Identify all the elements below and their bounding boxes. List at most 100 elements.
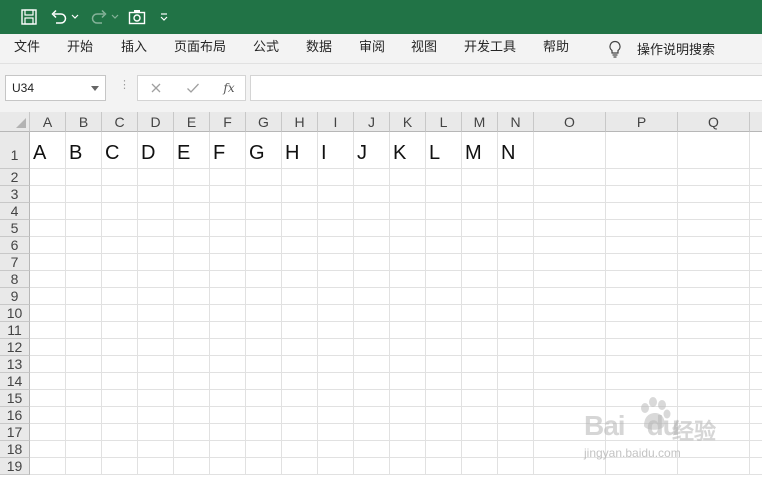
cell-l11[interactable] bbox=[426, 322, 462, 339]
row-header-18[interactable]: 18 bbox=[0, 441, 30, 458]
cell-b10[interactable] bbox=[66, 305, 102, 322]
cell-j2[interactable] bbox=[354, 169, 390, 186]
cell-b9[interactable] bbox=[66, 288, 102, 305]
cell-e13[interactable] bbox=[174, 356, 210, 373]
cell-j12[interactable] bbox=[354, 339, 390, 356]
cell-g18[interactable] bbox=[246, 441, 282, 458]
cell-p7[interactable] bbox=[606, 254, 678, 271]
column-header-p[interactable]: P bbox=[606, 112, 678, 132]
cell-k6[interactable] bbox=[390, 237, 426, 254]
cell-c10[interactable] bbox=[102, 305, 138, 322]
cell-m10[interactable] bbox=[462, 305, 498, 322]
cell-p3[interactable] bbox=[606, 186, 678, 203]
cell-d19[interactable] bbox=[138, 458, 174, 475]
cell-i8[interactable] bbox=[318, 271, 354, 288]
cell-b7[interactable] bbox=[66, 254, 102, 271]
cell-g6[interactable] bbox=[246, 237, 282, 254]
cell-o18[interactable] bbox=[534, 441, 606, 458]
cell-g9[interactable] bbox=[246, 288, 282, 305]
cell-b4[interactable] bbox=[66, 203, 102, 220]
column-header-m[interactable]: M bbox=[462, 112, 498, 132]
cell-n2[interactable] bbox=[498, 169, 534, 186]
cell-e5[interactable] bbox=[174, 220, 210, 237]
cell-d11[interactable] bbox=[138, 322, 174, 339]
row-header-17[interactable]: 17 bbox=[0, 424, 30, 441]
cell-c15[interactable] bbox=[102, 390, 138, 407]
cell-g15[interactable] bbox=[246, 390, 282, 407]
camera-icon[interactable] bbox=[126, 6, 148, 28]
cell-c6[interactable] bbox=[102, 237, 138, 254]
cell-a7[interactable] bbox=[30, 254, 66, 271]
cell-n16[interactable] bbox=[498, 407, 534, 424]
cell-b16[interactable] bbox=[66, 407, 102, 424]
cell-o12[interactable] bbox=[534, 339, 606, 356]
cell-a17[interactable] bbox=[30, 424, 66, 441]
cell-f3[interactable] bbox=[210, 186, 246, 203]
cell-m16[interactable] bbox=[462, 407, 498, 424]
cell-n13[interactable] bbox=[498, 356, 534, 373]
cell-o9[interactable] bbox=[534, 288, 606, 305]
cell-o13[interactable] bbox=[534, 356, 606, 373]
cell-q18[interactable] bbox=[678, 441, 750, 458]
tab-file[interactable]: 文件 bbox=[14, 34, 40, 63]
cell-k4[interactable] bbox=[390, 203, 426, 220]
cell-d2[interactable] bbox=[138, 169, 174, 186]
cell-f7[interactable] bbox=[210, 254, 246, 271]
cell-p2[interactable] bbox=[606, 169, 678, 186]
cell-g8[interactable] bbox=[246, 271, 282, 288]
cell-i15[interactable] bbox=[318, 390, 354, 407]
cell-h7[interactable] bbox=[282, 254, 318, 271]
cell-overflow[interactable] bbox=[750, 169, 762, 186]
cell-e11[interactable] bbox=[174, 322, 210, 339]
cell-l13[interactable] bbox=[426, 356, 462, 373]
cell-j17[interactable] bbox=[354, 424, 390, 441]
cell-o16[interactable] bbox=[534, 407, 606, 424]
cell-m13[interactable] bbox=[462, 356, 498, 373]
cell-e4[interactable] bbox=[174, 203, 210, 220]
cell-l10[interactable] bbox=[426, 305, 462, 322]
tell-me-search[interactable]: 操作说明搜索 bbox=[606, 34, 715, 63]
cell-m14[interactable] bbox=[462, 373, 498, 390]
cell-j15[interactable] bbox=[354, 390, 390, 407]
cell-n14[interactable] bbox=[498, 373, 534, 390]
cell-g5[interactable] bbox=[246, 220, 282, 237]
cell-f4[interactable] bbox=[210, 203, 246, 220]
cell-a3[interactable] bbox=[30, 186, 66, 203]
cell-p12[interactable] bbox=[606, 339, 678, 356]
column-header-f[interactable]: F bbox=[210, 112, 246, 132]
cell-d8[interactable] bbox=[138, 271, 174, 288]
cell-overflow[interactable] bbox=[750, 271, 762, 288]
cell-d17[interactable] bbox=[138, 424, 174, 441]
cell-i10[interactable] bbox=[318, 305, 354, 322]
column-header-b[interactable]: B bbox=[66, 112, 102, 132]
cell-q13[interactable] bbox=[678, 356, 750, 373]
cell-o11[interactable] bbox=[534, 322, 606, 339]
cell-l8[interactable] bbox=[426, 271, 462, 288]
cell-m19[interactable] bbox=[462, 458, 498, 475]
cell-e8[interactable] bbox=[174, 271, 210, 288]
cell-h16[interactable] bbox=[282, 407, 318, 424]
cell-a4[interactable] bbox=[30, 203, 66, 220]
cell-m15[interactable] bbox=[462, 390, 498, 407]
cell-p8[interactable] bbox=[606, 271, 678, 288]
cell-n12[interactable] bbox=[498, 339, 534, 356]
undo-icon[interactable] bbox=[48, 6, 70, 28]
cell-d7[interactable] bbox=[138, 254, 174, 271]
cell-k14[interactable] bbox=[390, 373, 426, 390]
cell-o19[interactable] bbox=[534, 458, 606, 475]
cell-j3[interactable] bbox=[354, 186, 390, 203]
cell-overflow[interactable] bbox=[750, 322, 762, 339]
cell-n18[interactable] bbox=[498, 441, 534, 458]
cell-overflow[interactable] bbox=[750, 203, 762, 220]
cell-k2[interactable] bbox=[390, 169, 426, 186]
cell-h2[interactable] bbox=[282, 169, 318, 186]
cell-a19[interactable] bbox=[30, 458, 66, 475]
cell-q11[interactable] bbox=[678, 322, 750, 339]
cell-p14[interactable] bbox=[606, 373, 678, 390]
cell-i14[interactable] bbox=[318, 373, 354, 390]
cell-overflow[interactable] bbox=[750, 458, 762, 475]
cell-f10[interactable] bbox=[210, 305, 246, 322]
row-header-9[interactable]: 9 bbox=[0, 288, 30, 305]
cell-k9[interactable] bbox=[390, 288, 426, 305]
cell-q17[interactable] bbox=[678, 424, 750, 441]
